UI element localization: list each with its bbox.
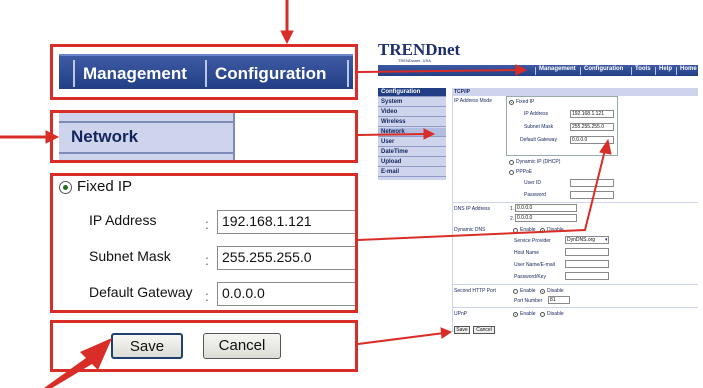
arrowhead: [515, 64, 528, 76]
arrow-save-to-ui: [357, 332, 445, 345]
arrow-ip-to-ui: [357, 149, 606, 241]
callout-arrows: [0, 0, 612, 388]
arrowhead: [423, 128, 436, 140]
arrowhead: [280, 30, 294, 45]
arrowhead: [599, 138, 612, 155]
arrowhead: [440, 327, 453, 339]
arrow-nav-to-ui: [357, 69, 519, 73]
pointer-arrow: [44, 338, 112, 388]
arrow-network-to-ui: [357, 133, 427, 136]
arrowhead: [45, 130, 60, 144]
